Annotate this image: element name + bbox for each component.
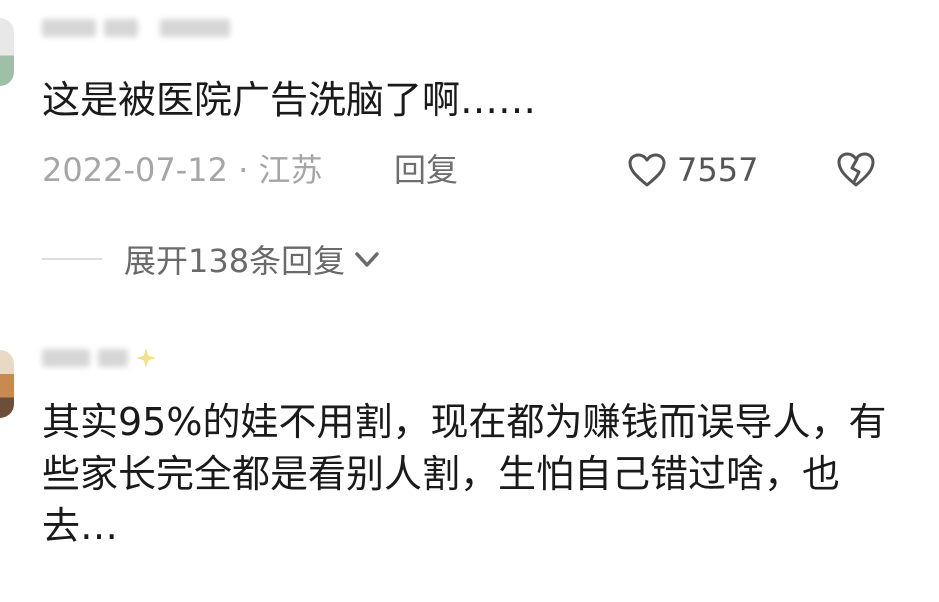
expand-replies-button[interactable]: 展开138条回复 <box>42 236 381 282</box>
avatar[interactable] <box>0 350 14 418</box>
comment-meta: 2022-07-12 · 江苏 回复 7557 <box>42 148 879 192</box>
divider-line <box>42 258 102 260</box>
comment-text: 这是被医院广告洗脑了啊…… <box>42 78 537 122</box>
like-button[interactable]: 7557 <box>627 148 758 192</box>
broken-heart-icon <box>835 152 877 196</box>
heart-outline-icon <box>627 152 667 188</box>
comment-item: 其实95%的娃不用割，现在都为赚钱而误导人，有些家长完全都是看别人割，生怕自己错… <box>0 330 939 602</box>
comment-item: 这是被医院广告洗脑了啊…… 2022-07-12 · 江苏 回复 7557 展开… <box>0 0 939 300</box>
reply-button[interactable]: 回复 <box>394 148 458 192</box>
comment-text: 其实95%的娃不用割，现在都为赚钱而误导人，有些家长完全都是看别人割，生怕自己错… <box>42 400 887 548</box>
comment-date-location: 2022-07-12 · 江苏 <box>42 151 323 189</box>
expand-replies-label: 展开138条回复 <box>124 242 346 280</box>
avatar[interactable] <box>0 18 14 86</box>
like-count: 7557 <box>677 151 759 189</box>
star-badge-icon <box>136 348 156 368</box>
chevron-down-icon <box>353 240 381 278</box>
username-blurred[interactable] <box>42 8 230 48</box>
dislike-button[interactable] <box>835 150 877 196</box>
username-blurred[interactable] <box>42 338 156 378</box>
